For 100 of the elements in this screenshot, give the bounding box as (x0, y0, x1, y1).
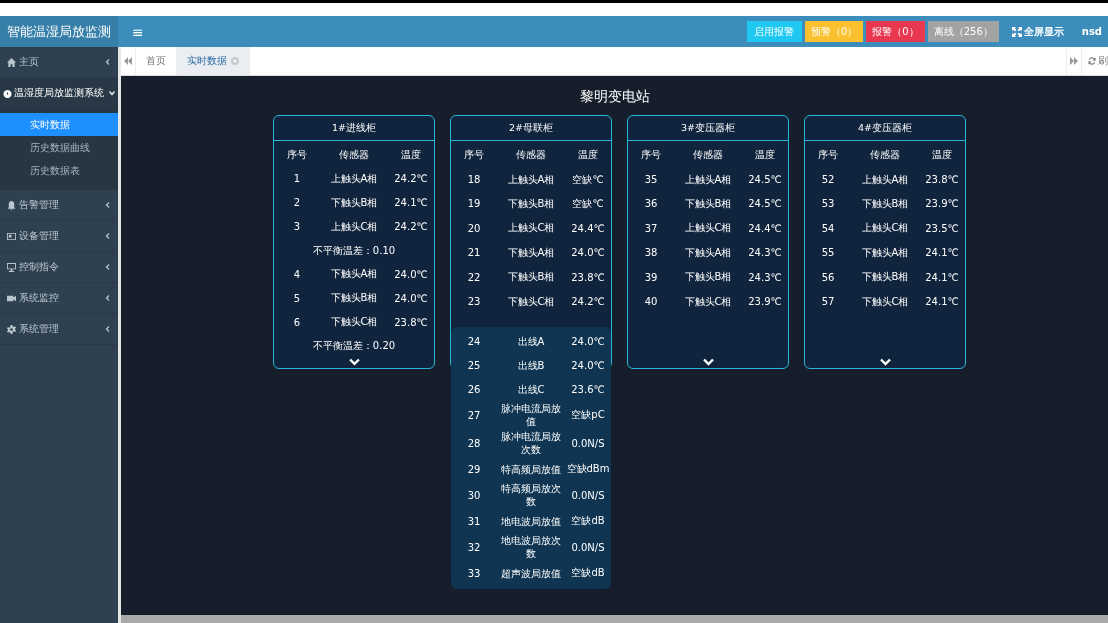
column-header: 序号 (464, 148, 484, 163)
table-cell: 23.8℃ (571, 271, 605, 283)
table-cell: 1 (293, 173, 301, 185)
table-cell: 38 (644, 247, 658, 259)
table-cell: 下触头C相 (684, 294, 732, 309)
column-header: 序号 (818, 148, 838, 163)
table-cell: 下触头C相 (507, 294, 555, 309)
cabinet-title: 4#变压器柜 (805, 116, 965, 141)
table-cell: 53 (821, 198, 835, 210)
table-cell-text: 地电波局放次数 (500, 534, 562, 560)
app-logo: 智能温湿局放监测 (0, 16, 118, 47)
table-cell: 上触头C相 (330, 219, 378, 234)
table-cell: 23.9℃ (748, 296, 782, 308)
column-header: 传感器 (516, 148, 546, 163)
table-cell: 空缺pC (571, 408, 605, 422)
table-cell: 24.4℃ (571, 222, 605, 234)
table-cell: 21 (467, 247, 481, 259)
alarm-status-button[interactable]: 报警（0） (866, 21, 925, 42)
table-cell: 0.0N/S (571, 541, 605, 553)
table-cell: 空缺dB (571, 566, 605, 580)
sidebar-item[interactable]: 温湿度局放监测系统 (0, 78, 118, 109)
table-cell: 下触头B相 (861, 196, 909, 211)
table-cell: 0.0N/S (571, 437, 605, 449)
table-cell: 下触头B相 (861, 270, 909, 285)
table-cell: 上触头A相 (861, 172, 909, 187)
submenu-item[interactable]: 实时数据 (0, 113, 118, 136)
table-cell: 下触头A相 (507, 245, 555, 260)
column-header: 温度 (401, 147, 421, 162)
table-cell: 下触头C相 (330, 315, 378, 330)
table-cell-text: 脉冲电流局放值 (500, 402, 562, 428)
submenu-item[interactable]: 历史数据曲线 (0, 136, 118, 159)
table-cell: 27 (467, 409, 481, 421)
table-cell: 下触头B相 (330, 195, 378, 210)
table-cell: 23.9℃ (925, 198, 959, 210)
table-cell: 25 (467, 359, 481, 371)
table-cell: 33 (467, 567, 481, 579)
table-cell: 上触头C相 (684, 221, 732, 236)
table-cell: 39 (644, 271, 658, 283)
sidebar-item[interactable]: 控制指令 (0, 252, 118, 283)
table-cell: 22 (467, 271, 481, 283)
submenu-item[interactable]: 历史数据表 (0, 159, 118, 182)
table-cell: 空缺dBm (566, 462, 610, 476)
table-cell: 23.6℃ (571, 383, 605, 395)
cabinet-title: 3#变压器柜 (628, 116, 788, 141)
table-cell: 24.4℃ (748, 222, 782, 234)
fullscreen-button[interactable]: 全屏显示 (1007, 24, 1068, 39)
table-cell: 26 (467, 383, 481, 395)
table-cell-text: 出线C (516, 382, 546, 396)
cabinet-title: 1#进线柜 (274, 116, 434, 141)
table-cell: 上触头A相 (330, 171, 378, 186)
table-cell: 40 (644, 296, 658, 308)
sidebar-item[interactable]: 系统管理 (0, 314, 118, 345)
table-cell: 31 (467, 515, 481, 527)
table-cell: 24.2℃ (394, 221, 428, 233)
table-cell: 55 (821, 247, 835, 259)
table-cell: 52 (821, 174, 835, 186)
table-cell: 空缺dB (571, 514, 605, 528)
table-cell: 37 (644, 222, 658, 234)
table-cell: 下触头B相 (330, 291, 378, 306)
table-cell: 24.3℃ (748, 271, 782, 283)
table-cell: 35 (644, 174, 658, 186)
table-cell: 24.1℃ (925, 247, 959, 259)
table-cell: 下触头B相 (684, 270, 732, 285)
column-header: 传感器 (339, 147, 369, 162)
column-header: 序号 (287, 147, 307, 162)
table-cell: 下触头A相 (861, 245, 909, 260)
table-cell: 36 (644, 198, 658, 210)
menu-toggle[interactable]: ≡ (132, 23, 144, 40)
table-cell: 上触头A相 (507, 172, 555, 187)
sidebar-item[interactable]: 系统监控 (0, 283, 118, 314)
page-tab[interactable]: 实时数据 (177, 47, 250, 75)
table-cell: 2 (293, 197, 301, 209)
table-cell: 19 (467, 198, 481, 210)
refresh-button[interactable]: 刷 (1081, 47, 1108, 75)
table-cell: 24.3℃ (748, 247, 782, 259)
user-name[interactable]: nsd (1081, 26, 1102, 37)
table-cell-text: 出线A (516, 334, 546, 348)
table-cell: 20 (467, 222, 481, 234)
table-cell: 下触头B相 (507, 270, 555, 285)
table-cell: 上触头C相 (507, 221, 555, 236)
table-cell: 6 (293, 316, 301, 328)
table-cell: 23.8℃ (394, 316, 428, 328)
table-cell: 54 (821, 222, 835, 234)
table-cell: 下触头B相 (684, 196, 732, 211)
table-cell: 上触头A相 (684, 172, 732, 187)
table-cell: 23.8℃ (925, 174, 959, 186)
table-cell: 空缺℃ (572, 172, 604, 187)
table-cell: 30 (467, 489, 481, 501)
column-header: 传感器 (693, 148, 723, 163)
sidebar-item[interactable]: 告警管理 (0, 190, 118, 221)
sidebar-item[interactable]: 设备管理 (0, 221, 118, 252)
table-cell: 24.2℃ (571, 296, 605, 308)
table-cell: 24.2℃ (394, 173, 428, 185)
table-cell: 上触头C相 (861, 221, 909, 236)
column-header: 温度 (578, 148, 598, 163)
table-cell: 56 (821, 271, 835, 283)
table-cell-text: 脉冲电流局放次数 (500, 430, 562, 456)
table-cell: 24.0℃ (571, 247, 605, 259)
table-cell: 24.5℃ (748, 198, 782, 210)
table-cell: 32 (467, 541, 481, 553)
